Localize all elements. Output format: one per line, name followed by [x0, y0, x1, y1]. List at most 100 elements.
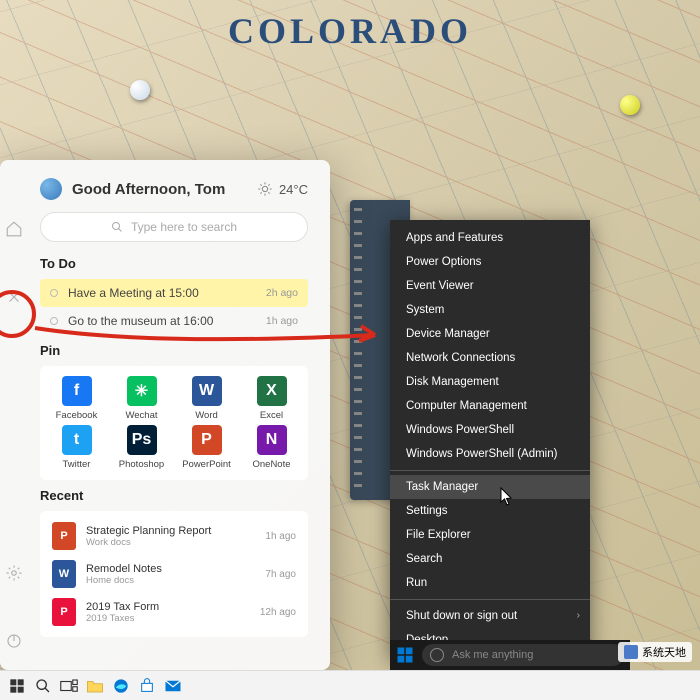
todo-section-title: To Do — [40, 256, 308, 271]
app-icon: X — [257, 376, 287, 406]
sun-icon — [257, 181, 273, 197]
mouse-cursor — [500, 487, 514, 507]
todo-text: Go to the museum at 16:00 — [68, 314, 213, 328]
menu-separator — [390, 599, 590, 600]
app-icon: P — [192, 425, 222, 455]
app-icon: Ps — [127, 425, 157, 455]
app-icon: N — [257, 425, 287, 455]
context-menu-item[interactable]: Computer Management — [390, 394, 590, 418]
cortana-placeholder: Ask me anything — [452, 649, 533, 661]
todo-checkbox[interactable] — [50, 289, 58, 297]
pin-app-onenote[interactable]: N OneNote — [241, 425, 302, 470]
map-title: COLORADO — [228, 10, 472, 52]
recent-title: 2019 Tax Form — [86, 601, 250, 613]
search-input[interactable]: Type here to search — [40, 212, 308, 242]
todo-time: 2h ago — [266, 287, 298, 299]
search-taskbar-icon[interactable] — [32, 675, 54, 697]
start-panel: Good Afternoon, Tom 24°C Type here to se… — [0, 160, 330, 670]
app-label: Facebook — [56, 410, 98, 421]
watermark: 系统天地 — [618, 642, 692, 662]
pin-grid: f Facebook✳ WechatW WordX Excelt Twitter… — [40, 366, 308, 480]
context-menu-item[interactable]: Power Options — [390, 250, 590, 274]
recent-item[interactable]: W Remodel Notes Home docs 7h ago — [44, 555, 304, 593]
start-sidebar — [0, 160, 28, 670]
context-menu-item[interactable]: Device Manager — [390, 322, 590, 346]
winx-context-menu: Apps and FeaturesPower OptionsEvent View… — [390, 220, 590, 658]
task-view-icon[interactable] — [58, 675, 80, 697]
todo-time: 1h ago — [266, 315, 298, 327]
search-icon — [111, 221, 123, 233]
store-taskbar[interactable] — [136, 675, 158, 697]
submenu-arrow-icon: › — [577, 610, 580, 621]
recent-title: Remodel Notes — [86, 563, 255, 575]
todo-item[interactable]: Go to the museum at 16:00 1h ago — [40, 307, 308, 335]
todo-text: Have a Meeting at 15:00 — [68, 286, 199, 300]
context-menu-item[interactable]: Shut down or sign out› — [390, 604, 590, 628]
file-icon: P — [52, 522, 76, 550]
app-label: Twitter — [63, 459, 91, 470]
recent-time: 1h ago — [265, 531, 296, 542]
app-label: Excel — [260, 410, 283, 421]
recent-subtitle: 2019 Taxes — [86, 613, 250, 624]
recent-title: Strategic Planning Report — [86, 525, 255, 537]
cortana-icon — [430, 648, 444, 662]
watermark-text: 系统天地 — [642, 644, 686, 660]
todo-checkbox[interactable] — [50, 317, 58, 325]
recent-subtitle: Work docs — [86, 537, 255, 548]
todo-item[interactable]: Have a Meeting at 15:00 2h ago — [40, 279, 308, 307]
pin-app-excel[interactable]: X Excel — [241, 376, 302, 421]
mail-taskbar[interactable] — [162, 675, 184, 697]
power-icon[interactable] — [5, 632, 23, 650]
context-menu-item[interactable]: File Explorer — [390, 523, 590, 547]
file-explorer-taskbar[interactable] — [84, 675, 106, 697]
temperature-text: 24°C — [279, 182, 308, 197]
context-menu-item[interactable]: Settings — [390, 499, 590, 523]
search-placeholder: Type here to search — [131, 220, 237, 234]
app-label: Word — [195, 410, 218, 421]
todo-list: Have a Meeting at 15:00 2h ago Go to the… — [40, 279, 308, 335]
home-icon[interactable] — [5, 220, 23, 238]
context-menu-item[interactable]: Windows PowerShell — [390, 418, 590, 442]
context-menu-item[interactable]: Disk Management — [390, 370, 590, 394]
recent-item[interactable]: P Strategic Planning Report Work docs 1h… — [44, 517, 304, 555]
globe-icon — [40, 178, 62, 200]
file-icon: P — [52, 598, 76, 626]
context-menu-item[interactable]: Search — [390, 547, 590, 571]
cortana-search[interactable]: Ask me anything — [422, 644, 624, 666]
context-menu-item[interactable]: Windows PowerShell (Admin) — [390, 442, 590, 466]
recent-section-title: Recent — [40, 488, 308, 503]
pushpin-decor — [130, 80, 150, 100]
app-icon: f — [62, 376, 92, 406]
start-button[interactable] — [6, 675, 28, 697]
context-menu-item[interactable]: Event Viewer — [390, 274, 590, 298]
recent-subtitle: Home docs — [86, 575, 255, 586]
pin-section-title: Pin — [40, 343, 308, 358]
greeting-text: Good Afternoon, Tom — [72, 181, 225, 198]
pin-app-wechat[interactable]: ✳ Wechat — [111, 376, 172, 421]
start-button-secondary[interactable] — [396, 646, 414, 664]
recent-item[interactable]: P 2019 Tax Form 2019 Taxes 12h ago — [44, 593, 304, 631]
tools-icon[interactable] — [5, 288, 23, 306]
pin-app-twitter[interactable]: t Twitter — [46, 425, 107, 470]
pin-app-facebook[interactable]: f Facebook — [46, 376, 107, 421]
app-label: PowerPoint — [182, 459, 231, 470]
context-menu-item[interactable]: System — [390, 298, 590, 322]
app-icon: ✳ — [127, 376, 157, 406]
recent-time: 7h ago — [265, 569, 296, 580]
pushpin-decor — [620, 95, 640, 115]
pin-app-powerpoint[interactable]: P PowerPoint — [176, 425, 237, 470]
settings-icon[interactable] — [5, 564, 23, 582]
app-icon: W — [192, 376, 222, 406]
pin-app-word[interactable]: W Word — [176, 376, 237, 421]
context-menu-item[interactable]: Network Connections — [390, 346, 590, 370]
edge-taskbar[interactable] — [110, 675, 132, 697]
app-label: OneNote — [252, 459, 290, 470]
context-menu-item[interactable]: Task Manager — [390, 475, 590, 499]
weather-widget[interactable]: 24°C — [257, 181, 308, 197]
menu-separator — [390, 470, 590, 471]
taskbar — [0, 670, 700, 700]
context-menu-item[interactable]: Apps and Features — [390, 226, 590, 250]
app-label: Wechat — [125, 410, 157, 421]
pin-app-photoshop[interactable]: Ps Photoshop — [111, 425, 172, 470]
context-menu-item[interactable]: Run — [390, 571, 590, 595]
